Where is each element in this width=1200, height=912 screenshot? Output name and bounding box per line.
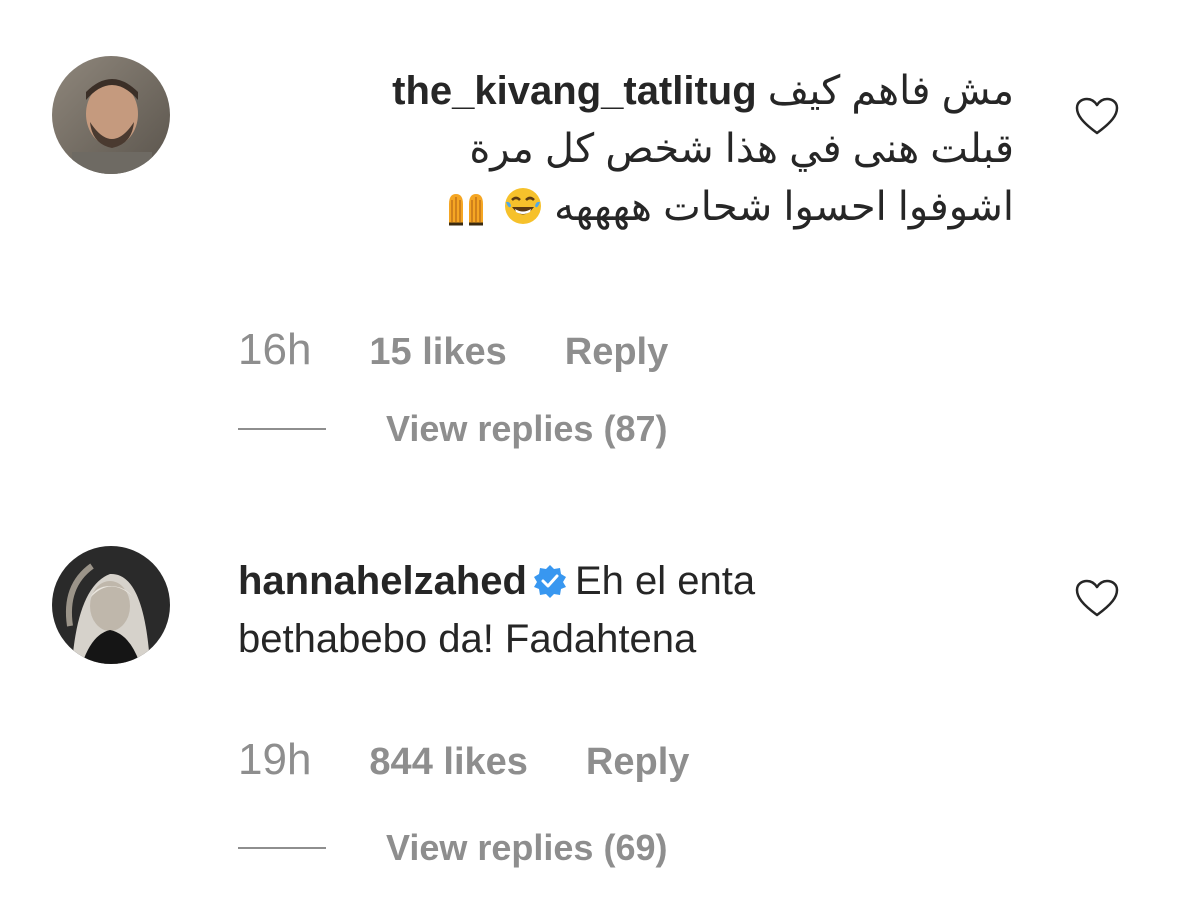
heart-icon[interactable]	[1074, 96, 1120, 136]
view-replies-button[interactable]: View replies (87)	[238, 408, 667, 450]
username-link[interactable]: hannahelzahed	[238, 559, 527, 603]
view-replies-label: View replies (87)	[386, 408, 668, 449]
heart-icon[interactable]	[1074, 578, 1120, 618]
avatar[interactable]	[52, 546, 170, 664]
view-replies-button[interactable]: View replies (69)	[238, 827, 667, 869]
comment-text-line-1: مش فاهم كيف	[767, 69, 1014, 113]
comment-text-line-3: اشوفوا احسوا شحات ههههه	[554, 185, 1014, 229]
replies-divider	[238, 847, 326, 849]
likes-count[interactable]: 844 likes	[369, 741, 527, 784]
comment-meta: 16h 15 likes Reply	[238, 325, 668, 375]
reply-button[interactable]: Reply	[586, 741, 689, 784]
likes-count[interactable]: 15 likes	[369, 331, 506, 374]
comment-line-3: اشوفوا احسوا شحات ههههه	[238, 178, 1014, 236]
comment-text: hannahelzahed Eh el enta bethabebo da! F…	[238, 552, 1028, 668]
comment-text-line-2: قبلت هنى في هذا شخص كل مرة	[469, 127, 1014, 171]
view-replies-label: View replies (69)	[386, 827, 668, 868]
username-link[interactable]: the_kivang_tatlitug	[392, 69, 757, 113]
comment-line: مش فاهم كيف the_kivang_tatlitug	[238, 62, 1014, 120]
comment-text-line-1: Eh el enta	[574, 559, 756, 603]
comment-text-line-2: bethabebo da! Fadahtena	[238, 617, 697, 661]
tears-of-joy-emoji-icon	[505, 188, 541, 224]
comment-text: مش فاهم كيف the_kivang_tatlitug قبلت هنى…	[238, 62, 1028, 236]
comment-body: مش فاهم كيف the_kivang_tatlitug قبلت هنى…	[238, 62, 1028, 236]
comment-meta: 19h 844 likes Reply	[238, 735, 689, 785]
reply-button[interactable]: Reply	[565, 331, 668, 374]
replies-divider	[238, 428, 326, 430]
comment-body: hannahelzahed Eh el enta bethabebo da! F…	[238, 552, 1028, 668]
avatar[interactable]	[52, 56, 170, 174]
raising-hands-emoji-icon	[448, 194, 483, 226]
comment-timestamp[interactable]: 19h	[238, 735, 311, 785]
comment-timestamp[interactable]: 16h	[238, 325, 311, 375]
verified-badge-icon	[533, 565, 566, 598]
